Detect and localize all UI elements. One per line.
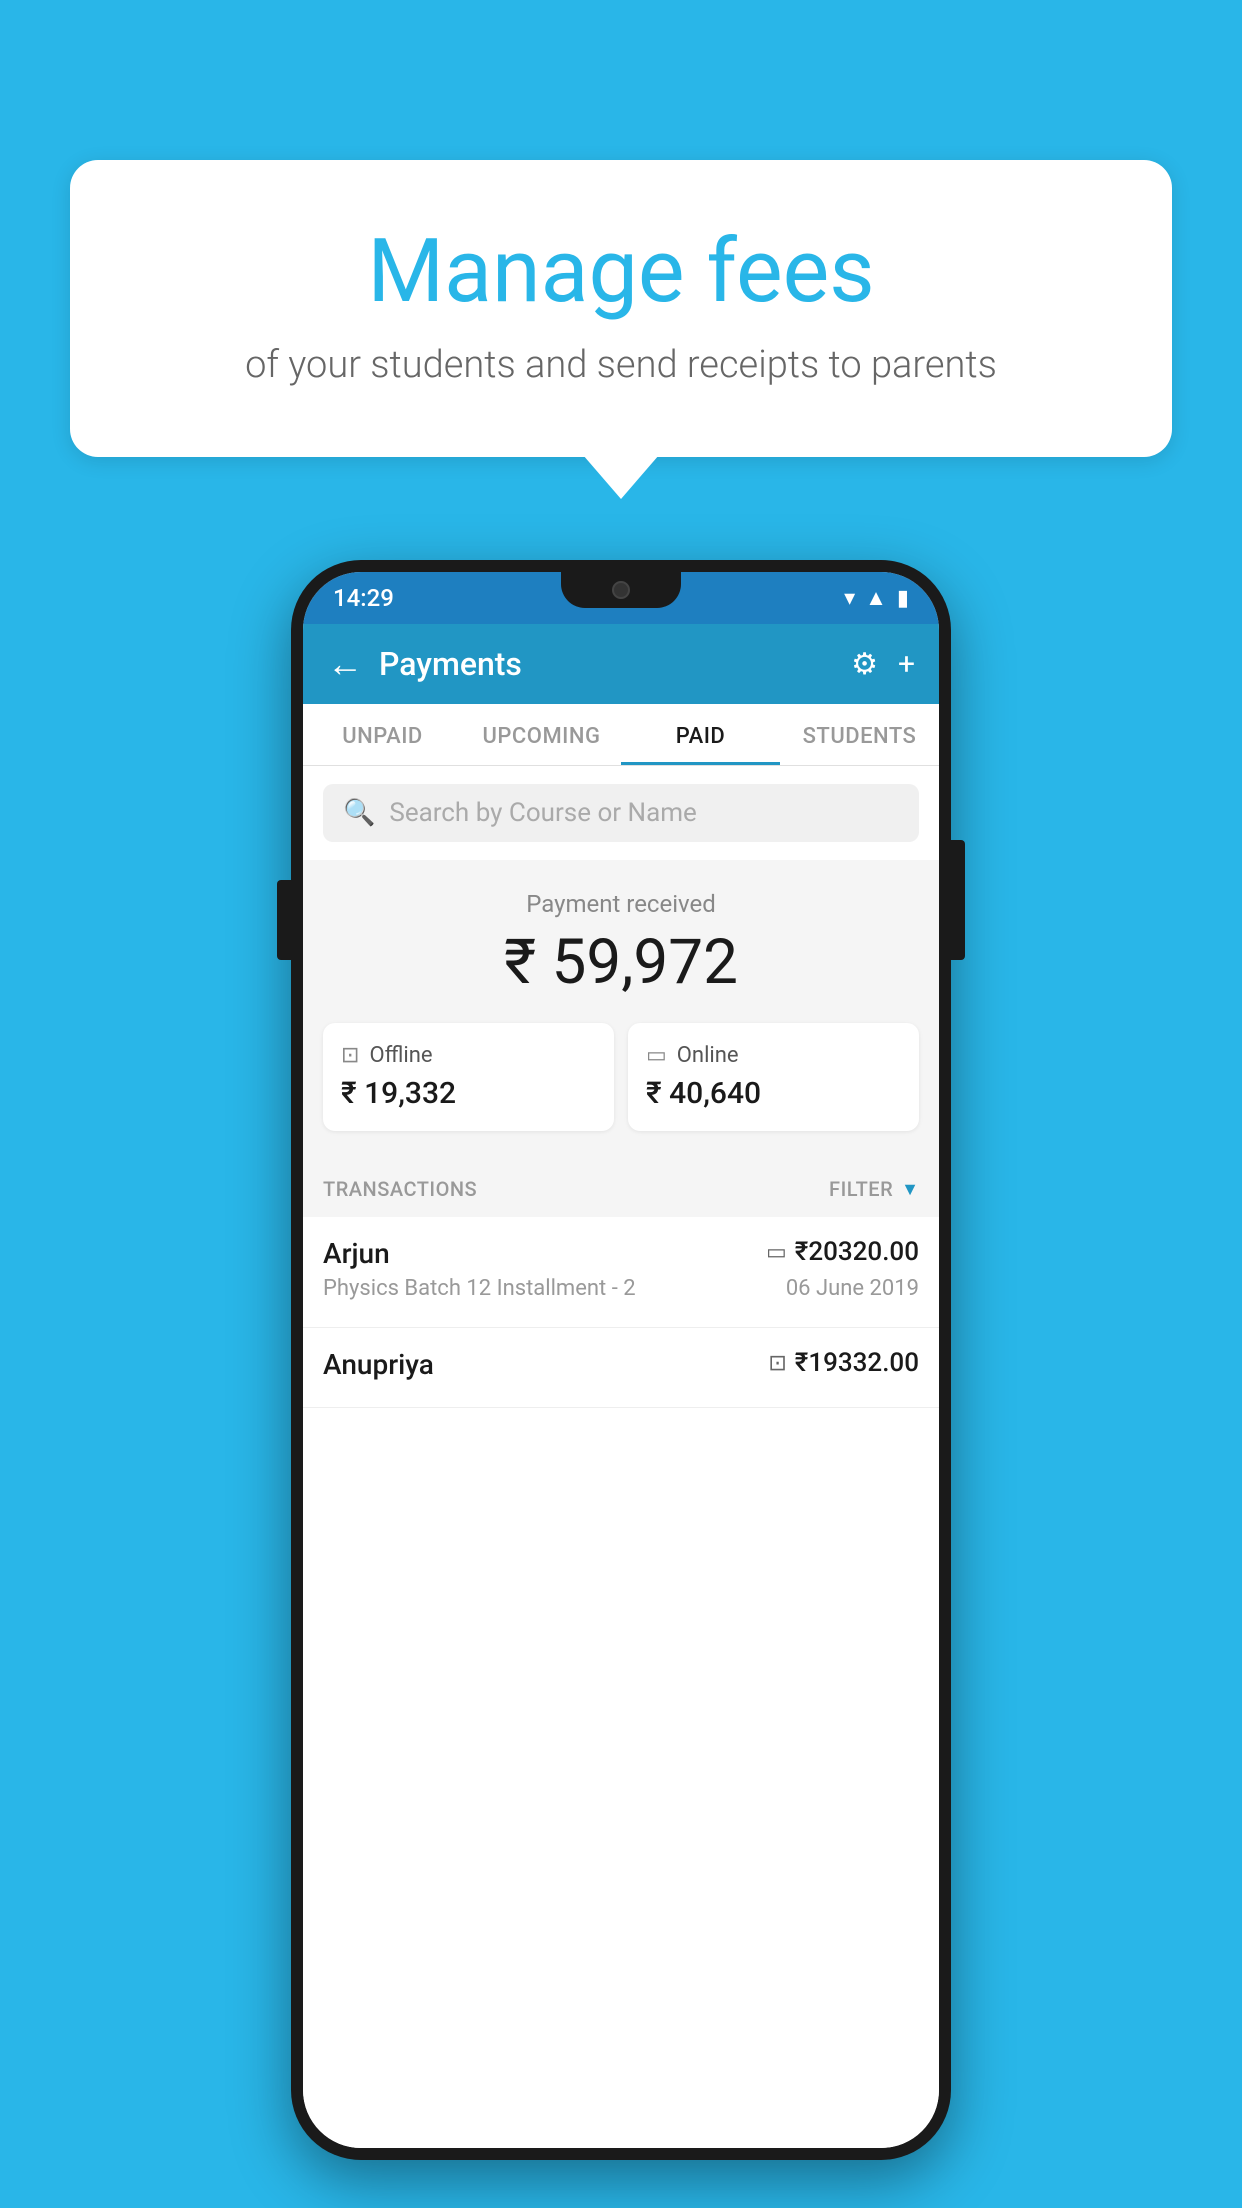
transaction-amount-2: ₹19332.00	[795, 1348, 919, 1378]
tab-upcoming[interactable]: UPCOMING	[462, 704, 621, 765]
transaction-amount: ₹20320.00	[795, 1237, 919, 1267]
status-time: 14:29	[333, 584, 394, 612]
transaction-item[interactable]: Arjun ▭ ₹20320.00 Physics Batch 12 Insta…	[303, 1217, 939, 1328]
speech-bubble-title: Manage fees	[130, 220, 1112, 323]
transaction-amount-wrap: ▭ ₹20320.00	[766, 1237, 919, 1267]
tabs: UNPAID UPCOMING PAID STUDENTS	[303, 704, 939, 766]
search-icon: 🔍	[343, 798, 375, 828]
offline-type: Offline	[369, 1043, 432, 1068]
online-type: Online	[677, 1043, 739, 1068]
transaction-row-bottom: Physics Batch 12 Installment - 2 06 June…	[323, 1276, 919, 1301]
phone-screen: 14:29 ▾ ▲ ▮ ← Payments ⚙ + UNPAID UPCOMI…	[303, 572, 939, 2148]
notch-camera	[612, 581, 630, 599]
app-header: ← Payments ⚙ +	[303, 624, 939, 704]
plus-icon[interactable]: +	[898, 647, 915, 682]
transaction-row-top: Anupriya ⊡ ₹19332.00	[323, 1348, 919, 1381]
online-card: ▭ Online ₹ 40,640	[628, 1023, 919, 1131]
payment-cards: ⊡ Offline ₹ 19,332 ▭ Online ₹ 40,640	[323, 1023, 919, 1131]
back-button[interactable]: ←	[327, 643, 363, 685]
transaction-pay-icon-2: ⊡	[768, 1351, 786, 1376]
header-icons: ⚙ +	[851, 647, 915, 682]
phone-frame: 14:29 ▾ ▲ ▮ ← Payments ⚙ + UNPAID UPCOMI…	[291, 560, 951, 2160]
online-card-top: ▭ Online	[646, 1043, 901, 1068]
offline-card: ⊡ Offline ₹ 19,332	[323, 1023, 614, 1131]
wifi-icon: ▾	[844, 586, 855, 611]
filter-label: FILTER	[829, 1177, 893, 1201]
transaction-item[interactable]: Anupriya ⊡ ₹19332.00	[303, 1328, 939, 1408]
gear-icon[interactable]: ⚙	[851, 647, 878, 682]
online-icon: ▭	[646, 1043, 667, 1068]
tab-students[interactable]: STUDENTS	[780, 704, 939, 765]
transaction-name: Arjun	[323, 1237, 390, 1270]
offline-card-top: ⊡ Offline	[341, 1043, 596, 1068]
payment-label: Payment received	[323, 890, 919, 918]
transactions-header: TRANSACTIONS FILTER ▼	[303, 1161, 939, 1217]
transactions-label: TRANSACTIONS	[323, 1177, 477, 1201]
search-container: 🔍 Search by Course or Name	[303, 766, 939, 860]
tab-paid[interactable]: PAID	[621, 704, 780, 765]
transaction-pay-icon: ▭	[766, 1240, 787, 1265]
transaction-amount-wrap-2: ⊡ ₹19332.00	[768, 1348, 919, 1378]
payment-amount: ₹ 59,972	[323, 926, 919, 999]
search-box[interactable]: 🔍 Search by Course or Name	[323, 784, 919, 842]
battery-icon: ▮	[897, 586, 909, 611]
payment-received-section: Payment received ₹ 59,972 ⊡ Offline ₹ 19…	[303, 860, 939, 1161]
transaction-detail: Physics Batch 12 Installment - 2	[323, 1276, 636, 1301]
tab-unpaid[interactable]: UNPAID	[303, 704, 462, 765]
speech-bubble-subtitle: of your students and send receipts to pa…	[130, 343, 1112, 387]
offline-amount: ₹ 19,332	[341, 1076, 596, 1111]
signal-icon: ▲	[865, 585, 887, 611]
online-amount: ₹ 40,640	[646, 1076, 901, 1111]
filter-icon: ▼	[901, 1179, 919, 1200]
transaction-date: 06 June 2019	[786, 1276, 919, 1301]
filter-button[interactable]: FILTER ▼	[829, 1177, 919, 1201]
offline-icon: ⊡	[341, 1043, 359, 1068]
header-title: Payments	[379, 645, 851, 683]
phone-notch	[561, 572, 681, 608]
status-icons: ▾ ▲ ▮	[844, 585, 909, 611]
transaction-name-2: Anupriya	[323, 1348, 434, 1381]
search-input[interactable]: Search by Course or Name	[389, 798, 696, 828]
speech-bubble: Manage fees of your students and send re…	[70, 160, 1172, 457]
transaction-list: Arjun ▭ ₹20320.00 Physics Batch 12 Insta…	[303, 1217, 939, 2148]
transaction-row-top: Arjun ▭ ₹20320.00	[323, 1237, 919, 1270]
